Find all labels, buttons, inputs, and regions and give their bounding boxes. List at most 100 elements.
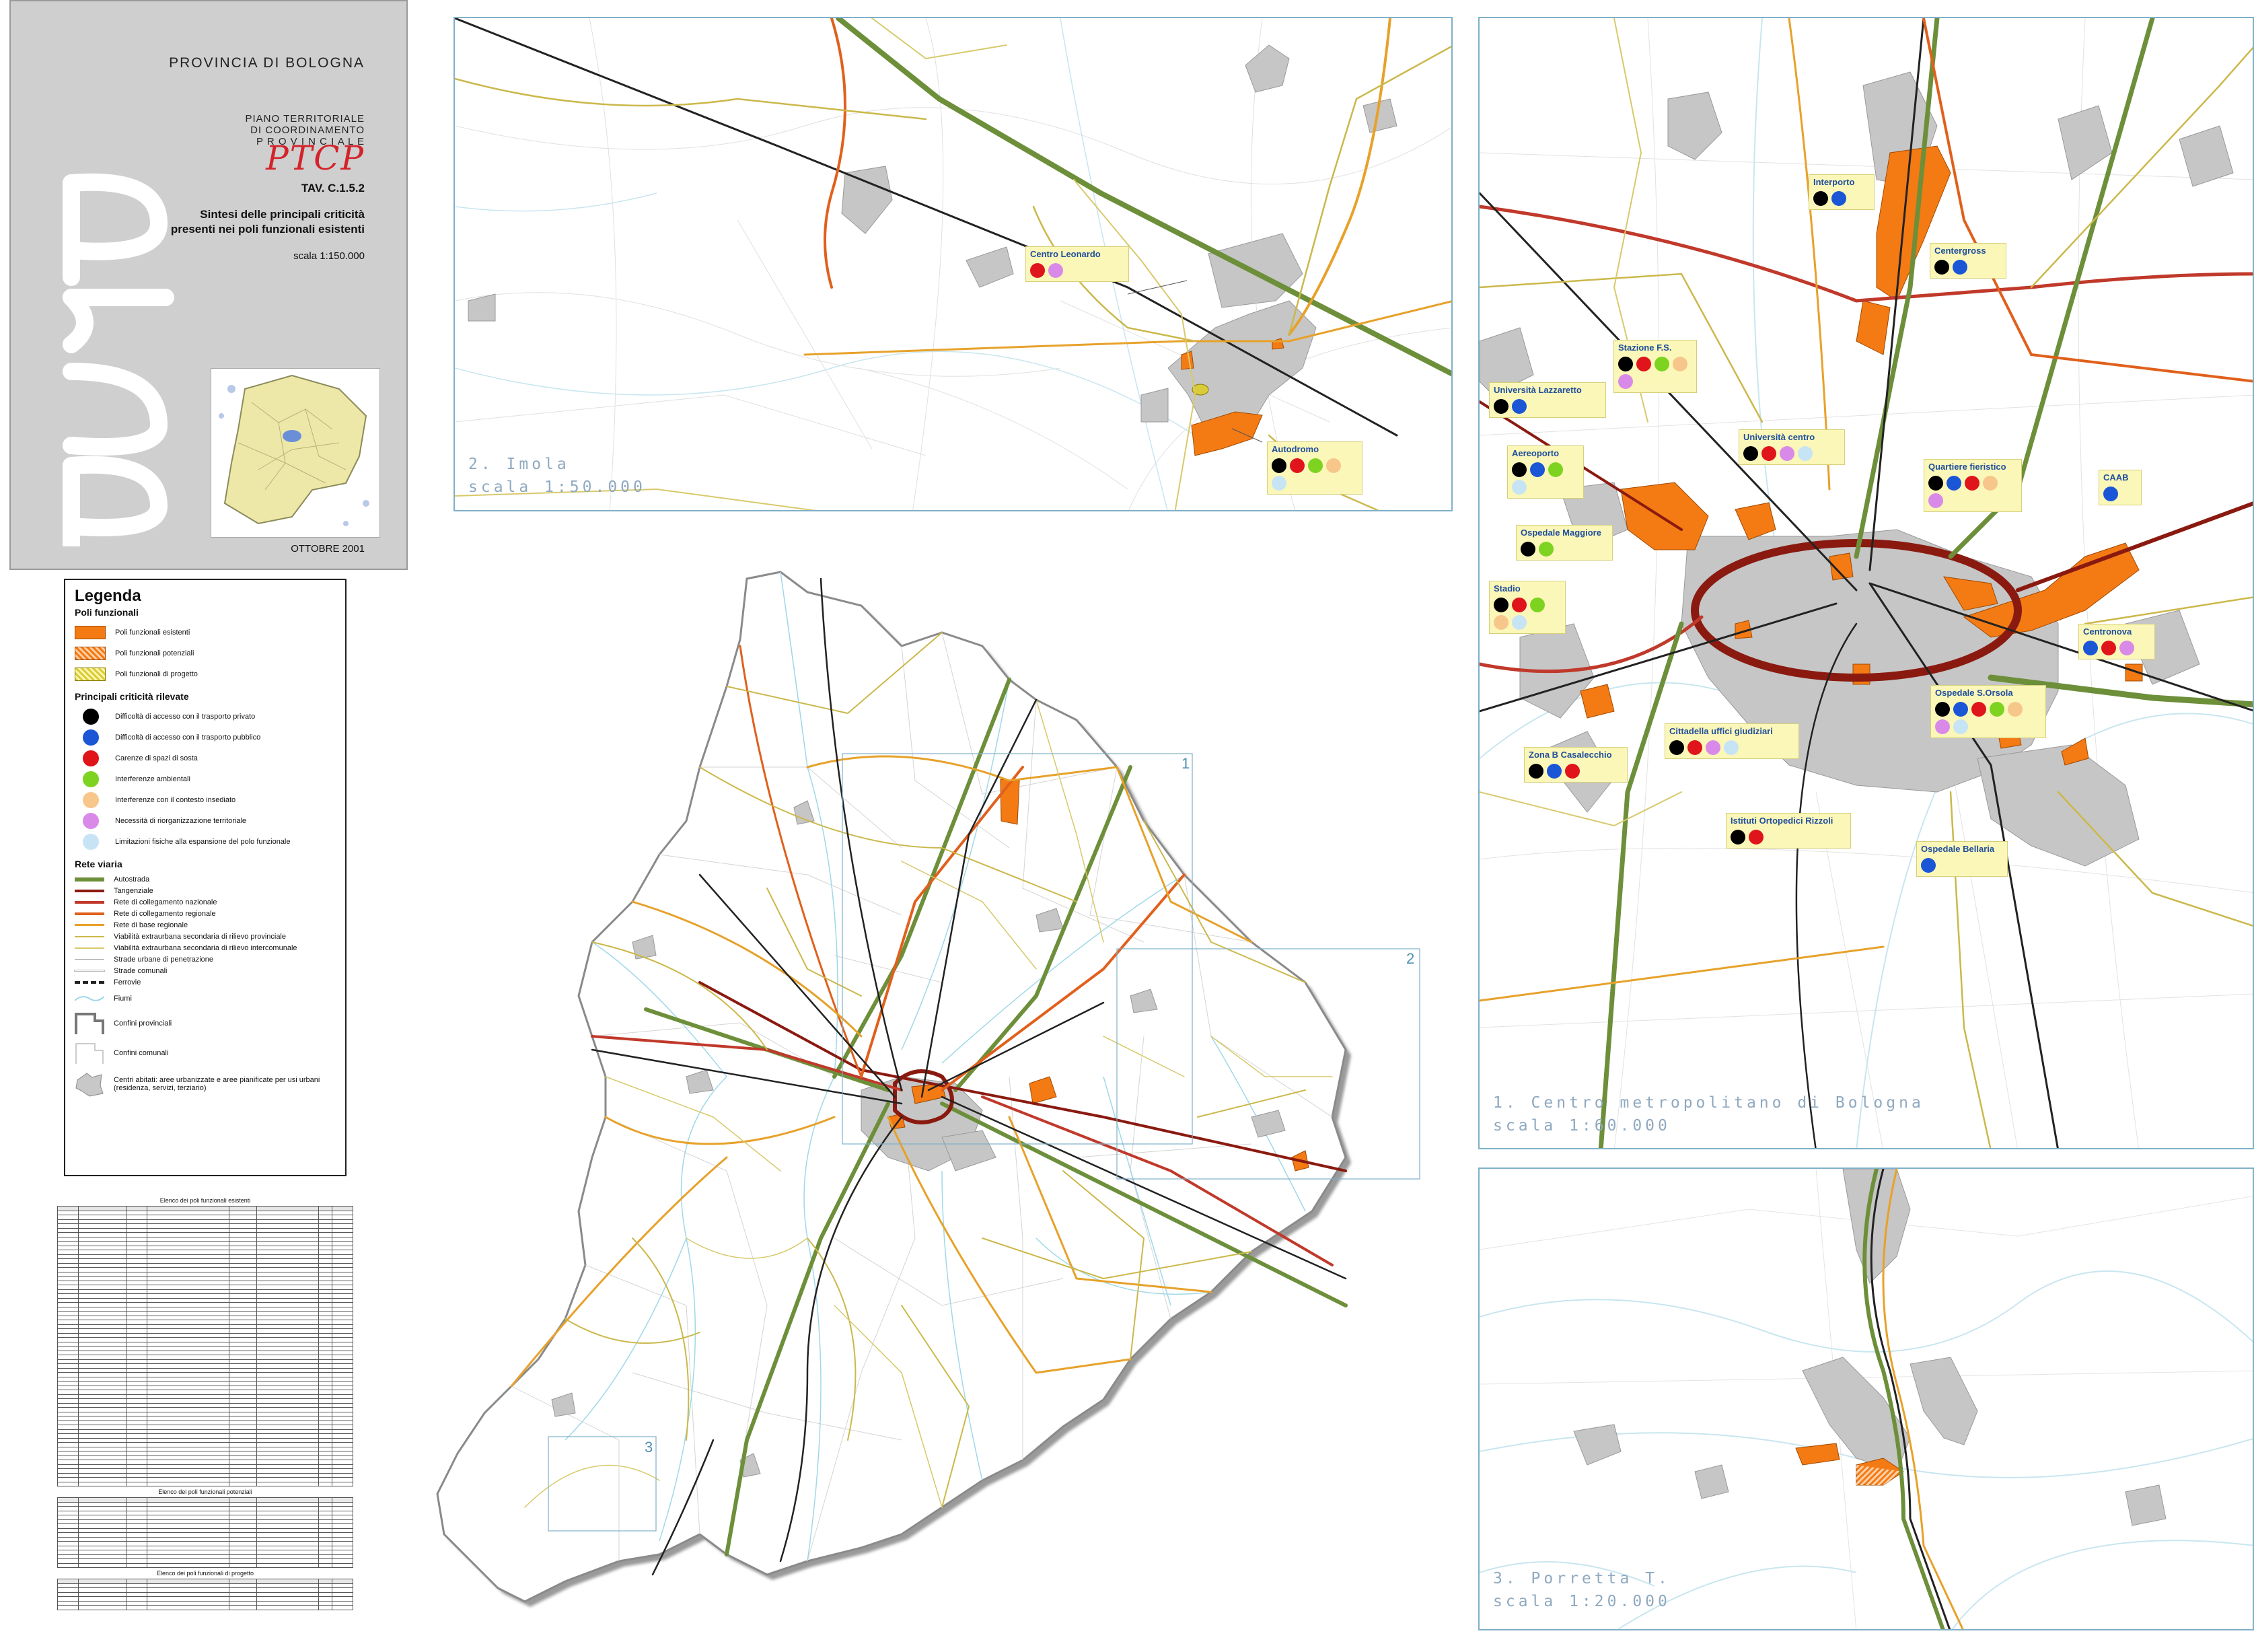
legend-section-criticita: Principali criticità rilevate <box>75 691 189 702</box>
callout-dots <box>2083 639 2150 657</box>
callout-ospedale-maggiore[interactable]: Ospedale Maggiore <box>1516 525 1613 561</box>
road-line-icon <box>75 924 104 926</box>
callout-centronova[interactable]: Centronova <box>2078 624 2155 659</box>
blue-dot-icon <box>1831 191 1846 206</box>
lightblue-dot-icon <box>1798 446 1813 461</box>
callout-istituti-rizzoli[interactable]: Istituti Ortopedici Rizzoli <box>1726 813 1851 849</box>
callout-name: Autodromo <box>1272 444 1319 454</box>
callout-name: Zona B Casalecchio <box>1529 750 1612 760</box>
red-dot-icon <box>1965 476 1979 491</box>
road-line-icon <box>75 935 104 937</box>
legend-rete-item: Rete di base regionale <box>75 919 345 931</box>
callout-dots <box>1813 190 1870 207</box>
red-dot-icon <box>2101 641 2116 655</box>
callout-centro-leonardo[interactable]: Centro Leonardo <box>1025 246 1129 282</box>
rete-list: Autostrada Tangenziale Rete di collegament… <box>74 873 345 976</box>
callout-stadio[interactable]: Stadio <box>1489 581 1566 634</box>
subtitle-line-2: presenti nei poli funzionali esistenti <box>170 223 365 236</box>
callout-interporto[interactable]: Interporto <box>1809 174 1875 210</box>
legend-label: Rete di collegamento nazionale <box>114 898 217 906</box>
lightblue-dot-icon <box>1512 480 1527 495</box>
blue-dot-icon <box>2083 641 2098 655</box>
legend-rete-item: Strade urbane di penetrazione <box>75 954 345 965</box>
red-dot-icon <box>83 750 99 766</box>
red-dot-icon <box>1565 764 1580 779</box>
legend-label: Difficoltà di accesso con il trasporto p… <box>115 712 256 721</box>
blue-dot-icon <box>1547 764 1562 779</box>
callout-name: Stadio <box>1494 583 1521 594</box>
table-row <box>57 1563 353 1568</box>
peach-dot-icon <box>2008 702 2023 717</box>
callout-centergross[interactable]: Centergross <box>1930 243 2006 279</box>
ptcp-logo: PTCP <box>266 139 365 178</box>
map-inset-porretta[interactable]: 3. Porretta T. scala 1:20.000 <box>1478 1168 2254 1630</box>
callout-dots <box>1494 398 1601 415</box>
red-dot-icon <box>1687 740 1702 755</box>
violet-dot-icon <box>1618 374 1633 389</box>
road-line-icon <box>75 877 104 882</box>
legend-confini-prov: Confini provinciali <box>75 1009 345 1038</box>
callout-universita-lazzaretto[interactable]: Università Lazzaretto <box>1489 382 1606 418</box>
callout-name: Università centro <box>1743 432 1815 442</box>
plan-line-2: DI COORDINAMENTO <box>250 124 365 136</box>
black-dot-icon <box>1272 458 1286 473</box>
callout-name: Centro Leonardo <box>1030 249 1101 259</box>
callout-name: Aereoporto <box>1512 448 1560 458</box>
callout-ospedale-bellaria[interactable]: Ospedale Bellaria <box>1916 841 2008 877</box>
table-row <box>57 1605 353 1610</box>
callout-name: Centergross <box>1934 246 1986 256</box>
table-title-progetto: Elenco dei poli funzionali di progetto <box>156 1570 254 1577</box>
table-poli-potenziali <box>57 1497 353 1568</box>
blue-dot-icon <box>1953 260 1967 275</box>
black-dot-icon <box>1618 357 1633 371</box>
legend-label: Rete di collegamento regionale <box>114 909 216 918</box>
legend-label: Interferenze ambientali <box>115 775 190 783</box>
map-province-main[interactable]: 1 2 3 <box>431 565 1480 1639</box>
title-block: PROVINCIA DI BOLOGNA PIANO TERRITORIALE … <box>9 0 408 570</box>
hatched-yellow-swatch-icon <box>75 667 106 681</box>
legend-confini-com: Confini comunali <box>75 1038 345 1068</box>
poli-tables: Elenco dei poli funzionali esistenti Ele… <box>57 1195 353 1641</box>
callout-aeroporto[interactable]: Aereoporto <box>1507 445 1584 499</box>
callout-dots <box>1272 457 1358 492</box>
green-dot-icon <box>1530 598 1545 612</box>
legend-criticita-item: Interferenze ambientali <box>75 768 345 789</box>
lightblue-dot-icon <box>1953 719 1968 734</box>
table-poli-progetto <box>57 1579 353 1610</box>
lightblue-dot-icon <box>1724 740 1739 755</box>
legend-rete-item: Rete di collegamento nazionale <box>75 896 345 908</box>
blue-dot-icon <box>2103 487 2118 501</box>
legend-criticita-item: Carenze di spazi di sosta <box>75 748 345 768</box>
scale-text: scala 1:150.000 <box>293 250 365 262</box>
callout-zona-casalecchio[interactable]: Zona B Casalecchio <box>1524 747 1628 783</box>
map-inset-imola[interactable]: 2. Imola scala 1:50.000 <box>453 17 1453 511</box>
peach-dot-icon <box>1673 357 1687 371</box>
red-dot-icon <box>1761 446 1776 461</box>
callout-autodromo[interactable]: Autodromo <box>1267 441 1362 495</box>
callout-universita-centro[interactable]: Università centro <box>1739 429 1845 465</box>
legend-label: Ferrovie <box>114 978 141 986</box>
legend-label: Strade urbane di penetrazione <box>114 955 213 964</box>
red-dot-icon <box>1290 458 1305 473</box>
inset-label-1: 1 <box>1181 755 1190 772</box>
legend-criticita-item: Difficoltà di accesso con il trasporto p… <box>75 706 345 727</box>
lightblue-dot-icon <box>83 833 99 850</box>
red-dot-icon <box>1636 357 1651 371</box>
callout-quartiere-fieristico[interactable]: Quartiere fieristico <box>1924 459 2022 512</box>
table-title-esistenti: Elenco dei poli funzionali esistenti <box>159 1197 251 1204</box>
callout-dots <box>1030 262 1124 279</box>
callout-cittadella[interactable]: Cittadella uffici giudiziari <box>1665 723 1799 759</box>
black-dot-icon <box>1743 446 1758 461</box>
callout-caab[interactable]: CAAB <box>2099 470 2142 505</box>
callout-ospedale-sorsola[interactable]: Ospedale S.Orsola <box>1930 685 2046 738</box>
violet-dot-icon <box>2119 641 2134 655</box>
province-locator-map <box>211 368 380 538</box>
road-line-icon <box>75 947 104 949</box>
black-dot-icon <box>1512 462 1527 477</box>
bologna-caption: 1. Centro metropolitano di Bologna scala… <box>1493 1094 1924 1135</box>
callout-dots <box>1618 355 1692 390</box>
callout-stazione-fs[interactable]: Stazione F.S. <box>1613 340 1697 393</box>
legend: Legenda Poli funzionali Poli funzionali … <box>64 579 347 1176</box>
green-dot-icon <box>1539 542 1554 556</box>
callout-name: Istituti Ortopedici Rizzoli <box>1731 816 1833 826</box>
